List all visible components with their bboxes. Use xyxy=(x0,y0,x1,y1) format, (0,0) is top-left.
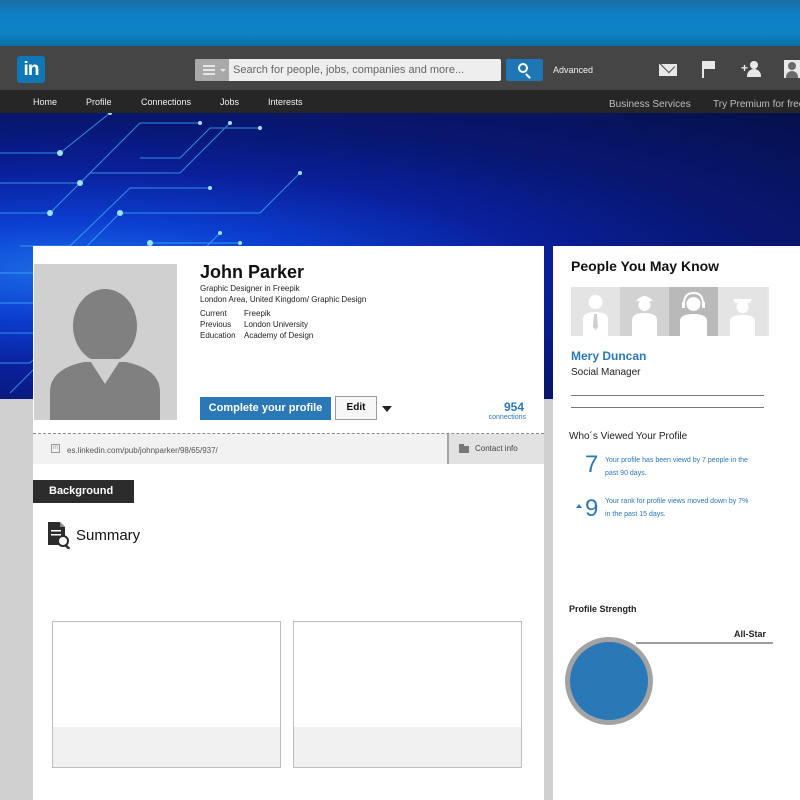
rank-number[interactable]: 9 xyxy=(585,495,598,523)
main-nav: Home Profile Connections Jobs Interests … xyxy=(0,90,800,113)
caret-down-icon[interactable] xyxy=(382,406,392,412)
search-bar xyxy=(195,59,501,81)
divider xyxy=(571,407,764,408)
suggestion-name[interactable]: Mery Duncan xyxy=(571,349,646,363)
views-count[interactable]: 7 xyxy=(585,451,598,479)
detail-current: Current Freepik xyxy=(200,309,271,318)
sidebar: People You May Know Mery Duncan Social M… xyxy=(553,246,800,800)
advanced-search-link[interactable]: Advanced xyxy=(553,65,593,75)
media-card[interactable] xyxy=(293,621,522,768)
nav-business-services[interactable]: Business Services xyxy=(609,99,691,110)
folder-icon xyxy=(459,444,469,453)
caret-down-icon xyxy=(220,69,226,72)
detail-education: Education Academy of Design xyxy=(200,331,313,340)
search-input[interactable] xyxy=(233,59,497,81)
public-url[interactable]: es.linkedin.com/pub/johnparker/98/65/937… xyxy=(67,446,218,455)
nav-jobs[interactable]: Jobs xyxy=(220,97,239,107)
headline-text: Graphic Designer in Freepik xyxy=(200,284,300,293)
detail-value[interactable]: Academy of Design xyxy=(244,331,313,340)
who-viewed-title[interactable]: Who´s Viewed Your Profile xyxy=(569,431,687,442)
account-icon[interactable] xyxy=(784,60,800,78)
divider xyxy=(571,395,764,396)
rank-arrow-icon xyxy=(576,504,582,508)
nav-connections[interactable]: Connections xyxy=(141,97,191,107)
profile-name: John Parker xyxy=(200,262,305,282)
user-silhouette-icon xyxy=(50,289,160,420)
linkedin-logo[interactable]: in xyxy=(17,56,45,83)
top-header: in Advanced + xyxy=(0,46,800,90)
detail-key: Previous xyxy=(200,320,232,329)
contact-info-label: Contact info xyxy=(475,444,518,453)
detail-key: Education xyxy=(200,331,236,340)
profile-strength-level: All-Star xyxy=(734,629,767,639)
edit-button[interactable]: Edit xyxy=(335,396,377,420)
search-icon xyxy=(518,63,528,73)
nav-interests[interactable]: Interests xyxy=(268,97,303,107)
support-agent-icon[interactable] xyxy=(669,287,718,336)
document-search-icon xyxy=(46,521,72,550)
add-connection-icon[interactable]: + xyxy=(741,61,761,77)
suggestion-role: Social Manager xyxy=(571,367,641,378)
nav-try-premium[interactable]: Try Premium for free xyxy=(713,99,800,110)
linkedin-small-icon: in xyxy=(51,444,60,453)
background-tab[interactable]: Background xyxy=(33,480,134,503)
people-you-may-know-title: People You May Know xyxy=(571,258,720,274)
flag-icon[interactable] xyxy=(702,61,716,78)
detail-key: Current xyxy=(200,309,227,318)
worker-icon[interactable] xyxy=(620,287,669,336)
search-category-dropdown[interactable] xyxy=(195,59,229,81)
list-icon xyxy=(203,65,215,75)
person-icon[interactable] xyxy=(571,287,620,336)
mail-icon[interactable] xyxy=(659,64,677,76)
detail-value[interactable]: London University xyxy=(244,320,308,329)
profile-headline: Graphic Designer in Freepik London Area,… xyxy=(200,283,366,305)
nav-profile[interactable]: Profile xyxy=(86,97,112,107)
suggestion-photos xyxy=(571,287,769,336)
complete-profile-button[interactable]: Complete your profile xyxy=(200,397,331,420)
connections-label: connections xyxy=(488,414,526,421)
public-url-bar: in es.linkedin.com/pub/johnparker/98/65/… xyxy=(33,434,544,464)
contact-info-button[interactable]: Contact info xyxy=(447,434,544,464)
detail-value[interactable]: Freepik xyxy=(244,309,271,318)
search-button[interactable] xyxy=(506,59,543,81)
profile-card: John Parker Graphic Designer in Freepik … xyxy=(33,246,544,800)
rank-text: Your rank for profile views moved down b… xyxy=(605,498,749,518)
location-text: London Area, United Kingdom/ Graphic Des… xyxy=(200,295,367,304)
avatar[interactable] xyxy=(34,264,177,420)
profile-strength-meter[interactable] xyxy=(565,637,653,725)
pilot-icon[interactable] xyxy=(718,287,767,336)
summary-title: Summary xyxy=(76,527,141,544)
strength-line xyxy=(636,642,773,644)
media-card[interactable] xyxy=(52,621,281,768)
nav-home[interactable]: Home xyxy=(33,97,57,107)
detail-previous: Previous London University xyxy=(200,320,308,329)
views-text: Your profile has been viewd by 7 people … xyxy=(605,457,748,477)
connections-count[interactable]: 954 xyxy=(504,400,524,414)
browser-top-strip xyxy=(0,0,800,46)
profile-strength-title: Profile Strength xyxy=(569,604,637,614)
